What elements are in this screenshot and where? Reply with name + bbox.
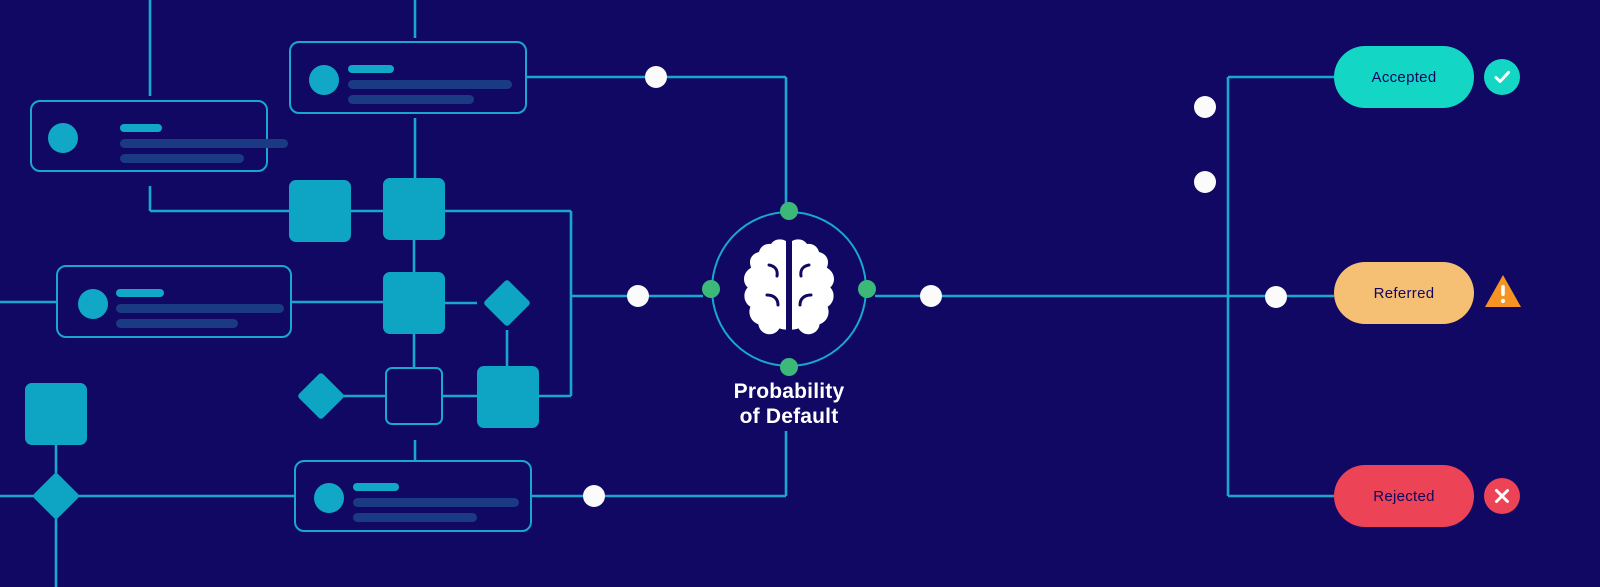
user-avatar <box>78 289 108 319</box>
outcome-label: Referred <box>1373 284 1435 302</box>
record-card[interactable] <box>56 265 292 338</box>
model-title-line1: Probability <box>733 380 845 403</box>
name-bar <box>353 483 399 491</box>
model-dot-top <box>780 202 798 220</box>
junction-dot <box>920 285 942 307</box>
junction-dot <box>627 285 649 307</box>
detail-bar-short <box>116 319 238 328</box>
detail-bar-long <box>116 304 284 313</box>
feature-node[interactable] <box>25 383 87 445</box>
decisioning-flow-diagram: Probability of Default Accepted Referred… <box>0 0 1600 587</box>
model-node[interactable]: Probability of Default <box>702 202 876 431</box>
feature-node[interactable] <box>477 366 539 428</box>
junction-dot <box>645 66 667 88</box>
outcome-label: Accepted <box>1371 68 1437 86</box>
model-dot-bottom <box>780 358 798 376</box>
feature-node[interactable] <box>383 178 445 240</box>
detail-bar-short <box>353 513 477 522</box>
model-dot-right <box>858 280 876 298</box>
record-card[interactable] <box>30 100 288 172</box>
record-card[interactable] <box>289 41 527 114</box>
detail-bar-short <box>348 95 474 104</box>
detail-bar-long <box>120 139 288 148</box>
outcome-pill-accepted[interactable]: Accepted <box>1334 46 1474 108</box>
model-title: Probability of Default <box>703 379 875 429</box>
name-bar <box>348 65 394 73</box>
check-circle-icon <box>1484 59 1520 95</box>
user-avatar <box>309 65 339 95</box>
feature-node[interactable] <box>289 180 351 242</box>
detail-bar-short <box>120 154 244 163</box>
warning-triangle-icon <box>1484 274 1522 308</box>
junction-dot <box>1265 286 1287 308</box>
junction-dot <box>1194 171 1216 193</box>
x-circle-icon <box>1484 478 1520 514</box>
brain-icon <box>744 239 834 338</box>
feature-node[interactable] <box>383 272 445 334</box>
junction-dot <box>583 485 605 507</box>
model-title-line2: of Default <box>739 405 839 428</box>
feature-node[interactable] <box>385 367 443 425</box>
name-bar <box>116 289 164 297</box>
detail-bar-long <box>348 80 512 89</box>
outcome-pill-rejected[interactable]: Rejected <box>1334 465 1474 527</box>
detail-bar-long <box>353 498 519 507</box>
outcome-label: Rejected <box>1373 487 1435 505</box>
user-avatar <box>48 123 78 153</box>
name-bar <box>120 124 162 132</box>
junction-dot <box>1194 96 1216 118</box>
outcome-pill-referred[interactable]: Referred <box>1334 262 1474 324</box>
record-card[interactable] <box>294 460 532 532</box>
user-avatar <box>314 483 344 513</box>
model-dot-left <box>702 280 720 298</box>
